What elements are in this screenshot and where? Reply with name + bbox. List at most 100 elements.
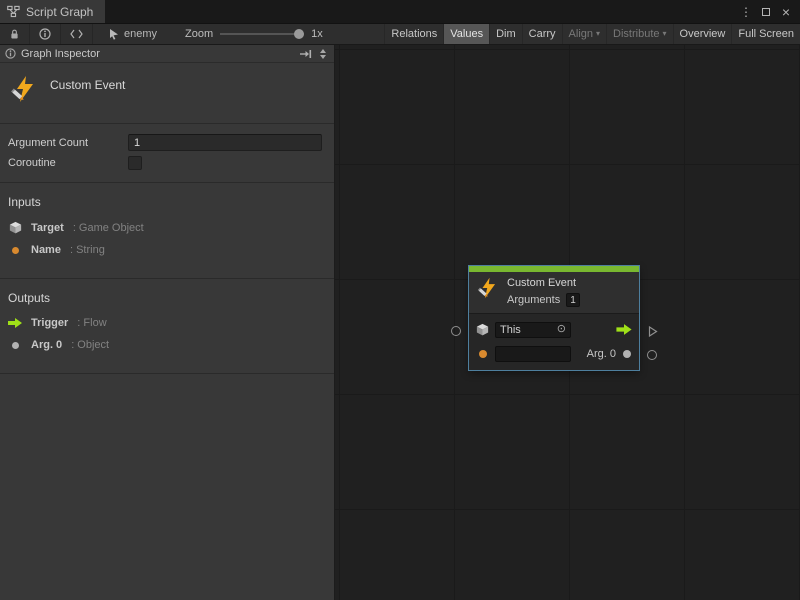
argument-count-label: Argument Count bbox=[8, 137, 128, 149]
align-button-label: Align bbox=[569, 28, 593, 40]
trigger-port-prompt-triangle[interactable] bbox=[648, 324, 658, 342]
object-value-dot-icon bbox=[8, 342, 22, 349]
lock-button[interactable] bbox=[0, 24, 30, 44]
trigger-flow-port-icon[interactable] bbox=[616, 323, 632, 336]
zoom-slider-track bbox=[220, 33, 304, 35]
chevron-down-icon: ▾ bbox=[596, 30, 600, 38]
values-button[interactable]: Values bbox=[443, 24, 489, 44]
custom-event-node[interactable]: Custom Event Arguments 1 bbox=[469, 266, 639, 370]
list-item: Target : Game Object bbox=[8, 221, 324, 234]
node-target-row: This ⊙ bbox=[476, 321, 632, 338]
argument-count-input[interactable] bbox=[128, 134, 322, 151]
node-header[interactable]: Custom Event Arguments 1 bbox=[469, 272, 639, 313]
dim-button[interactable]: Dim bbox=[489, 24, 522, 44]
outputs-heading: Outputs bbox=[8, 291, 324, 305]
port-name: Name bbox=[31, 244, 61, 256]
code-icon bbox=[70, 29, 83, 39]
info-icon bbox=[39, 28, 51, 40]
align-button[interactable]: Align ▾ bbox=[562, 24, 606, 44]
distribute-button-label: Distribute bbox=[613, 28, 659, 40]
string-value-dot-icon bbox=[8, 247, 22, 254]
argument-count-row: Argument Count bbox=[8, 134, 322, 151]
window-menu-button[interactable]: ⋮ bbox=[738, 4, 754, 20]
overview-button[interactable]: Overview bbox=[673, 24, 732, 44]
carry-button[interactable]: Carry bbox=[522, 24, 562, 44]
list-item: Name : String bbox=[8, 244, 324, 256]
inspector-event-header: Custom Event bbox=[0, 63, 334, 124]
port-name: Arg. 0 bbox=[31, 339, 62, 351]
list-item: Arg. 0 : Object bbox=[8, 339, 324, 351]
maximize-button[interactable] bbox=[758, 4, 774, 20]
relations-button[interactable]: Relations bbox=[384, 24, 443, 44]
list-item: Trigger : Flow bbox=[8, 317, 324, 329]
info-button[interactable] bbox=[30, 24, 61, 44]
lock-icon bbox=[9, 28, 20, 40]
port-type: : String bbox=[70, 244, 105, 256]
port-name: Trigger bbox=[31, 317, 68, 329]
graph-toolbar: enemy Zoom 1x Relations Values Dim Carry… bbox=[0, 23, 800, 45]
game-object-cube-icon bbox=[8, 221, 22, 234]
inspector-fields: Argument Count Coroutine bbox=[0, 124, 334, 183]
chevron-down-icon: ▾ bbox=[663, 30, 667, 38]
panel-scrubber[interactable] bbox=[317, 49, 329, 59]
name-input-port[interactable] bbox=[476, 350, 489, 358]
tab-title: Script Graph bbox=[26, 5, 93, 19]
event-name-input[interactable] bbox=[495, 346, 571, 362]
zoom-label: Zoom bbox=[185, 28, 213, 40]
zoom-control: Zoom 1x bbox=[185, 24, 323, 44]
scrub-down-icon bbox=[320, 55, 326, 59]
node-header-text: Custom Event Arguments 1 bbox=[507, 277, 580, 307]
info-icon bbox=[5, 48, 16, 59]
dock-panel-icon[interactable] bbox=[299, 49, 312, 59]
node-arguments-row: Arguments 1 bbox=[507, 293, 580, 307]
game-object-cube-icon[interactable] bbox=[476, 323, 489, 336]
inputs-section: Inputs Target : Game Object Name bbox=[0, 183, 334, 279]
script-graph-window: Script Graph ⋮ × bbox=[0, 0, 800, 600]
graph-name-label: enemy bbox=[124, 28, 157, 40]
tabbar-spacer bbox=[105, 0, 738, 23]
script-graph-icon bbox=[7, 5, 20, 18]
full-screen-button[interactable]: Full Screen bbox=[731, 24, 800, 44]
graph-inspector-panel: Graph Inspector bbox=[0, 45, 335, 600]
port-type: : Flow bbox=[77, 317, 106, 329]
zoom-slider[interactable] bbox=[220, 29, 304, 39]
arguments-count-field[interactable]: 1 bbox=[566, 293, 580, 307]
toolbar-button-group: Relations Values Dim Carry Align ▾ Distr… bbox=[384, 24, 800, 44]
arg0-port-prompt-circle[interactable] bbox=[647, 350, 657, 360]
coroutine-row: Coroutine bbox=[8, 156, 322, 170]
target-field-value: This bbox=[500, 324, 521, 336]
zoom-slider-knob[interactable] bbox=[294, 29, 304, 39]
target-object-field[interactable]: This ⊙ bbox=[495, 322, 571, 338]
arguments-label: Arguments bbox=[507, 294, 560, 306]
target-port-prompt-circle[interactable] bbox=[451, 326, 461, 336]
window-controls: ⋮ × bbox=[738, 0, 800, 23]
inputs-heading: Inputs bbox=[8, 195, 324, 209]
object-picker-icon[interactable]: ⊙ bbox=[557, 324, 566, 335]
scrub-up-icon bbox=[320, 49, 326, 53]
tab-script-graph[interactable]: Script Graph bbox=[0, 0, 105, 23]
port-type: : Game Object bbox=[73, 222, 144, 234]
coroutine-checkbox[interactable] bbox=[128, 156, 142, 170]
node-title: Custom Event bbox=[507, 277, 580, 290]
coroutine-label: Coroutine bbox=[8, 157, 128, 169]
node-body: This ⊙ Arg. 0 bbox=[469, 313, 639, 370]
main-area: Graph Inspector bbox=[0, 45, 800, 600]
graph-reference[interactable]: enemy bbox=[109, 24, 157, 44]
outputs-section: Outputs Trigger : Flow Arg. 0 : Object bbox=[0, 279, 334, 374]
graph-inspector-header: Graph Inspector bbox=[0, 45, 334, 63]
maximize-icon bbox=[762, 8, 770, 16]
close-button[interactable]: × bbox=[778, 4, 794, 20]
custom-event-icon bbox=[10, 75, 38, 103]
graph-pointer-icon bbox=[109, 28, 119, 40]
arg0-label: Arg. 0 bbox=[587, 348, 616, 360]
graph-canvas[interactable]: Custom Event Arguments 1 bbox=[335, 45, 800, 600]
event-title: Custom Event bbox=[50, 75, 125, 92]
zoom-value-label: 1x bbox=[311, 28, 323, 40]
code-button[interactable] bbox=[61, 24, 93, 44]
port-name: Target bbox=[31, 222, 64, 234]
node-name-row: Arg. 0 bbox=[476, 345, 632, 362]
port-type: : Object bbox=[71, 339, 109, 351]
graph-inspector-title: Graph Inspector bbox=[21, 48, 100, 60]
distribute-button[interactable]: Distribute ▾ bbox=[606, 24, 672, 44]
arg0-output-port[interactable] bbox=[622, 350, 632, 358]
